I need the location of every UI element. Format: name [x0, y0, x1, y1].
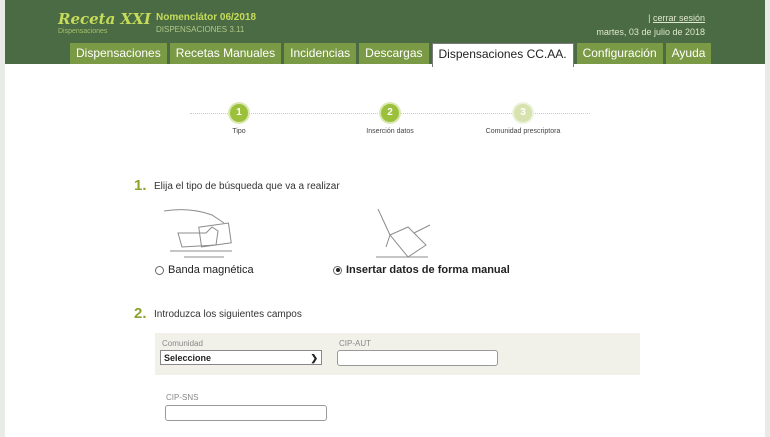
tab-dispensaciones-ccaa[interactable]: Dispensaciones CC.AA. [431, 43, 574, 67]
wizard-stepper: 1 Tipo 2 Inserción datos 3 Comunidad pre… [190, 104, 590, 144]
step-number-3: 3 [514, 104, 532, 122]
app-version: DISPENSACIONES 3.11 [156, 25, 245, 34]
section-2-number: 2. [134, 305, 147, 322]
comunidad-select[interactable]: Seleccione ❯ [160, 350, 322, 365]
section-1-number: 1. [134, 177, 147, 194]
comunidad-select-value: Seleccione [164, 353, 212, 363]
logout-link[interactable]: cerrar sesión [653, 13, 705, 23]
tab-configuracion[interactable]: Configuración [576, 43, 663, 64]
radio-magnetic-band[interactable]: Banda magnética [155, 264, 254, 276]
main-nav-tabs: Dispensaciones Recetas Manuales Incidenc… [70, 43, 712, 67]
chevron-down-icon: ❯ [310, 353, 318, 363]
logout-separator: | [648, 13, 651, 23]
tab-ayuda[interactable]: Ayuda [665, 43, 712, 64]
radio-manual-entry[interactable]: Insertar datos de forma manual [333, 264, 510, 276]
tab-descargas[interactable]: Descargas [359, 43, 429, 64]
step-number-1: 1 [230, 104, 248, 122]
cip-aut-label: CIP-AUT [339, 339, 371, 348]
current-date: martes, 03 de julio de 2018 [596, 27, 705, 37]
tab-incidencias[interactable]: Incidencias [284, 43, 357, 64]
comunidad-label: Comunidad [162, 339, 203, 348]
cip-sns-input[interactable] [165, 405, 327, 421]
tab-dispensaciones[interactable]: Dispensaciones [70, 43, 167, 64]
step-label-tipo: Tipo [232, 128, 246, 135]
section-1-title: Elija el tipo de búsqueda que va a reali… [154, 181, 340, 192]
radio-manual-indicator[interactable] [333, 265, 342, 275]
step-label-insercion: Inserción datos [366, 128, 414, 135]
step-comunidad: 3 Comunidad prescriptora [463, 104, 583, 135]
app-logo: Receta XXI [58, 10, 151, 28]
tab-recetas-manuales[interactable]: Recetas Manuales [169, 43, 282, 64]
cip-sns-label: CIP-SNS [166, 393, 199, 402]
radio-magnetic-label: Banda magnética [168, 264, 254, 276]
manual-entry-illustration-icon [376, 208, 431, 258]
radio-magnetic-indicator[interactable] [155, 265, 164, 275]
step-insercion: 2 Inserción datos [330, 104, 450, 135]
nomenclator-version: Nomenclátor 06/2018 [156, 12, 257, 23]
radio-manual-label: Insertar datos de forma manual [346, 264, 510, 276]
logout-area: | cerrar sesión [648, 13, 705, 23]
step-label-comunidad: Comunidad prescriptora [485, 128, 561, 135]
step-number-2: 2 [381, 104, 399, 122]
app-logo-subtitle: Dispensaciones [58, 28, 108, 35]
step-tipo: 1 Tipo [179, 104, 299, 135]
cip-aut-input[interactable] [337, 350, 498, 366]
section-2-title: Introduzca los siguientes campos [154, 309, 302, 320]
magnetic-card-illustration-icon [163, 209, 232, 258]
